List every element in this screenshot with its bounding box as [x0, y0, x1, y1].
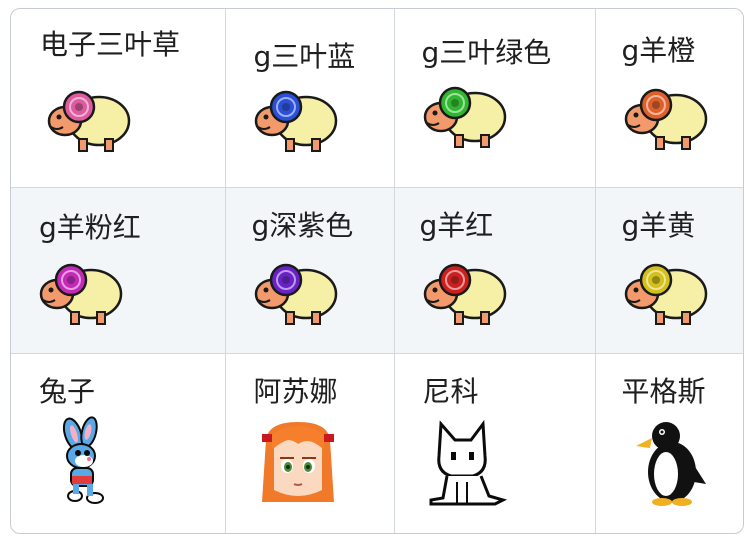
sheep-sprite — [423, 86, 506, 148]
sheep-sprite — [254, 90, 337, 152]
rabbit-sprite — [62, 415, 104, 504]
grid-cell: 电子三叶草 — [11, 9, 226, 188]
grid-cell: g羊橙 — [594, 9, 743, 188]
cell-label: 尼科 — [422, 374, 479, 408]
penguin-sprite — [635, 421, 706, 506]
sheep-sprite — [624, 263, 707, 325]
grid-cell: 兔子 — [11, 352, 226, 533]
grid-cell: g羊粉红 — [11, 186, 226, 354]
sheep-sprite — [624, 88, 707, 150]
sheep-sprite — [47, 90, 131, 152]
cell-label: g深紫色 — [251, 208, 354, 242]
cell-label: 兔子 — [39, 374, 96, 408]
grid-cell: 尼科 — [393, 352, 596, 533]
sprite-grid: 电子三叶草 g三叶蓝 g三叶绿色 g羊橙 g羊粉红 g深紫色 g羊红 g羊黄 兔… — [11, 9, 743, 533]
cell-label: g三叶绿色 — [421, 36, 552, 69]
grid-cell: g三叶蓝 — [224, 9, 395, 188]
cell-label: g三叶蓝 — [253, 40, 356, 73]
grid-cell: g羊红 — [393, 186, 596, 354]
cell-label: g羊红 — [419, 208, 494, 242]
grid-cell: 平格斯 — [594, 352, 743, 533]
sheep-sprite — [254, 263, 337, 325]
sheep-sprite — [39, 263, 123, 325]
grid-cell: 阿苏娜 — [224, 352, 395, 533]
sheep-sprite — [423, 263, 506, 325]
cat-sprite — [429, 419, 507, 505]
grid-cell: g三叶绿色 — [393, 9, 596, 188]
grid-cell: g深紫色 — [224, 186, 395, 354]
sprite-table: 电子三叶草 g三叶蓝 g三叶绿色 g羊橙 g羊粉红 g深紫色 g羊红 g羊黄 兔… — [10, 8, 744, 534]
cell-label: g羊黄 — [621, 208, 696, 242]
grid-cell: g羊黄 — [594, 186, 743, 354]
cell-label: g羊粉红 — [39, 210, 141, 244]
cell-label: g羊橙 — [621, 34, 696, 67]
cell-label: 阿苏娜 — [253, 374, 338, 408]
asuna-sprite — [261, 421, 334, 502]
cell-label: 平格斯 — [621, 374, 706, 408]
cell-label: 电子三叶草 — [40, 28, 181, 61]
